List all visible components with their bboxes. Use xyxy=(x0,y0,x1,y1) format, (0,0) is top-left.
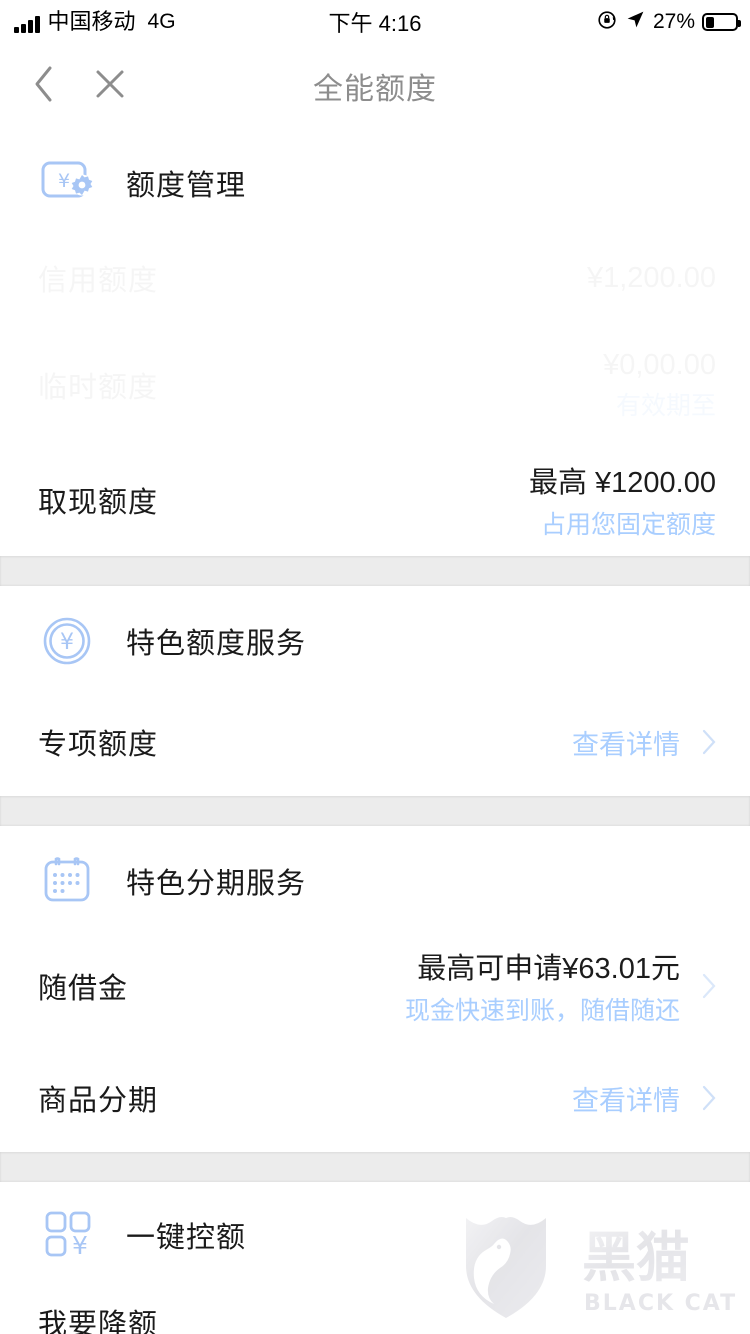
row-label: 取现额度 xyxy=(38,487,159,519)
section-divider xyxy=(0,556,750,586)
row-reduce-limit[interactable]: 我要降额 xyxy=(0,1274,750,1334)
row-goods-installment[interactable]: 商品分期 查看详情 xyxy=(0,1044,750,1152)
status-bar-right: 27% xyxy=(596,9,741,36)
row-cash-withdrawal-limit[interactable]: 取现额度 最高 ¥1200.00 占用您固定额度 xyxy=(0,444,750,556)
section-divider xyxy=(0,796,750,826)
row-credit-limit[interactable]: 信用额度 ¥1,200.00 xyxy=(0,230,750,326)
svg-text:¥: ¥ xyxy=(60,630,74,655)
calendar-icon xyxy=(38,852,100,910)
section-one-click-limit-control: ¥ 一键控额 我要降额 xyxy=(0,1182,750,1334)
row-temporary-limit[interactable]: 临时额度 ¥0,00.00 有效期至 xyxy=(0,326,750,444)
section-title: 特色分期服务 xyxy=(126,868,307,900)
row-value: ¥1,200.00 xyxy=(587,262,716,295)
section-title: 一键控额 xyxy=(126,1222,247,1254)
battery-icon xyxy=(702,13,741,31)
section-title: 额度管理 xyxy=(126,170,247,202)
svg-text:¥: ¥ xyxy=(72,1231,88,1260)
section-credit-management: ¥ 额度管理 信用额度 ¥1,200.00 xyxy=(0,128,750,556)
row-value: 最高可申请¥63.01元 xyxy=(417,953,680,985)
section-header: 特色分期服务 xyxy=(0,826,750,928)
view-details-link[interactable]: 查看详情 xyxy=(572,723,680,762)
row-subtext: 占用您固定额度 xyxy=(540,511,716,539)
row-cash-loan[interactable]: 随借金 最高可申请¥63.01元 现金快速到账，随借随还 xyxy=(0,928,750,1044)
battery-percent-label: 27% xyxy=(652,10,695,33)
chevron-right-icon xyxy=(702,1085,716,1111)
phone-screen: 中国移动 4G 下午 4:16 27% 全能额度 ¥ 额度管理 有效期至 取现额… xyxy=(0,0,750,1334)
rotation-lock-icon xyxy=(596,9,618,36)
nav-bar: 全能额度 xyxy=(0,44,750,128)
row-value-group: 查看详情 xyxy=(572,723,716,762)
svg-text:¥: ¥ xyxy=(58,170,70,192)
row-label: 临时额度 xyxy=(38,364,158,406)
section-special-installment-services: 特色分期服务 随借金 最高可申请¥63.01元 现金快速到账，随借随还 商品分期… xyxy=(0,826,750,1152)
chevron-right-icon xyxy=(702,973,716,999)
row-value-group: 查看详情 xyxy=(572,1079,716,1118)
chevron-right-icon xyxy=(702,729,716,755)
location-arrow-icon xyxy=(625,9,646,35)
row-label: 信用额度 xyxy=(38,257,158,299)
credit-limit-settings-icon: ¥ xyxy=(38,154,100,212)
row-value-group: ¥0,00.00 有效期至 xyxy=(603,349,716,422)
status-bar: 中国移动 4G 下午 4:16 27% xyxy=(0,0,750,44)
content-scroll-area[interactable]: ¥ 额度管理 信用额度 ¥1,200.00 xyxy=(0,128,750,1334)
coin-yen-icon: ¥ xyxy=(38,612,100,670)
row-label: 随借金 xyxy=(38,973,129,1005)
row-label: 专项额度 xyxy=(38,729,159,761)
section-header: ¥ 一键控额 xyxy=(0,1182,750,1274)
row-subtext: 有效期至 xyxy=(615,391,716,420)
page-title: 全能额度 xyxy=(313,73,437,106)
row-label: 我要降额 xyxy=(38,1309,159,1334)
section-divider xyxy=(0,1152,750,1182)
row-value-group: 最高可申请¥63.01元 现金快速到账，随借随还 xyxy=(405,945,716,1027)
section-header: ¥ 额度管理 xyxy=(0,128,750,230)
row-subtext: 现金快速到账，随借随还 xyxy=(404,997,680,1025)
view-details-link[interactable]: 查看详情 xyxy=(572,1079,680,1118)
row-value: 最高 ¥1200.00 xyxy=(528,467,716,499)
section-header: ¥ 特色额度服务 xyxy=(0,586,750,688)
row-value: ¥0,00.00 xyxy=(603,349,716,382)
row-special-quota[interactable]: 专项额度 查看详情 xyxy=(0,688,750,796)
grid-yen-icon: ¥ xyxy=(38,1206,100,1264)
section-title: 特色额度服务 xyxy=(126,628,307,660)
row-value-group: ¥1,200.00 xyxy=(587,262,716,295)
row-value-group: 最高 ¥1200.00 占用您固定额度 xyxy=(529,459,716,541)
section-special-limit-services: ¥ 特色额度服务 专项额度 查看详情 xyxy=(0,586,750,796)
row-label: 商品分期 xyxy=(38,1085,159,1117)
